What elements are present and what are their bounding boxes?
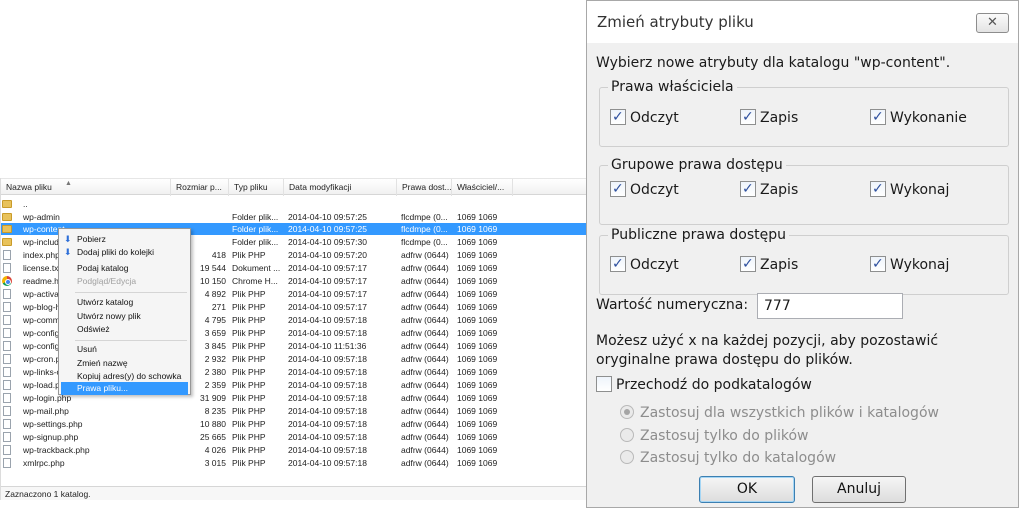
- radio-apply-all[interactable]: Zastosuj dla wszystkich plików i katalog…: [620, 403, 939, 423]
- group-permissions-group: Grupowe prawa dostępu Odczyt Zapis Wykon…: [599, 156, 1009, 225]
- menu-separator: [75, 340, 187, 341]
- public-execute-checkbox[interactable]: Wykonaj: [870, 254, 949, 275]
- file-row[interactable]: wp-settings.php 10 880 Plik PHP 2014-04-…: [1, 418, 587, 430]
- file-icon: [3, 263, 11, 273]
- file-icon: [3, 367, 11, 377]
- menu-item-rename[interactable]: Zmień nazwę: [61, 357, 188, 370]
- download-icon: ⬇: [64, 234, 72, 244]
- dialog-titlebar[interactable]: Zmień atrybuty pliku ✕: [587, 1, 1018, 43]
- owner-write-checkbox[interactable]: Zapis: [740, 107, 798, 128]
- menu-item-create-directory[interactable]: Utwórz katalog: [61, 296, 188, 309]
- file-row[interactable]: wp-mail.php 8 235 Plik PHP 2014-04-10 09…: [1, 405, 587, 417]
- group-write-checkbox[interactable]: Zapis: [740, 179, 798, 200]
- file-list-header: Nazwa pliku ▲ Rozmiar p... Typ pliku Data…: [1, 178, 587, 196]
- file-row[interactable]: wp-trackback.php 4 026 Plik PHP 2014-04-…: [1, 444, 587, 456]
- public-permissions-group: Publiczne prawa dostępu Odczyt Zapis Wyk…: [599, 226, 1009, 295]
- group-title: Publiczne prawa dostępu: [608, 226, 790, 244]
- radio-apply-directories-only[interactable]: Zastosuj tylko do katalogów: [620, 448, 836, 468]
- menu-separator: [75, 292, 187, 293]
- group-title: Prawa właściciela: [608, 78, 737, 96]
- file-icon: [3, 315, 11, 325]
- owner-execute-checkbox[interactable]: Wykonanie: [870, 107, 967, 128]
- file-icon: [3, 458, 11, 468]
- file-icon: [3, 328, 11, 338]
- file-icon: [3, 289, 11, 299]
- public-read-checkbox[interactable]: Odczyt: [610, 254, 679, 275]
- hint-text: Możesz użyć x na każdej pozycji, aby poz…: [596, 333, 939, 368]
- column-header-name[interactable]: Nazwa pliku ▲: [1, 179, 171, 196]
- column-header-owner[interactable]: Właściciel/...: [452, 179, 513, 196]
- file-row[interactable]: ..: [1, 198, 587, 210]
- file-icon: [3, 250, 11, 260]
- close-icon: ✕: [987, 15, 998, 30]
- column-header-permissions[interactable]: Prawa dost...: [397, 179, 452, 196]
- file-icon: [3, 380, 11, 390]
- file-icon: [3, 302, 11, 312]
- close-button[interactable]: ✕: [976, 13, 1009, 33]
- file-row[interactable]: xmlrpc.php 3 015 Plik PHP 2014-04-10 09:…: [1, 457, 587, 469]
- file-row[interactable]: wp-signup.php 25 665 Plik PHP 2014-04-10…: [1, 431, 587, 443]
- dialog-title: Zmień atrybuty pliku: [597, 13, 754, 31]
- file-icon: [3, 354, 11, 364]
- public-write-checkbox[interactable]: Zapis: [740, 254, 798, 275]
- owner-permissions-group: Prawa właściciela Odczyt Zapis Wykonanie: [599, 78, 1009, 147]
- menu-item-enter-directory[interactable]: Podaj katalog: [61, 262, 188, 275]
- column-header-type[interactable]: Typ pliku: [229, 179, 284, 196]
- change-file-attributes-dialog: Zmień atrybuty pliku ✕ Wybierz nowe atry…: [586, 0, 1019, 508]
- numeric-value-input[interactable]: 777: [757, 293, 903, 319]
- group-execute-checkbox[interactable]: Wykonaj: [870, 179, 949, 200]
- group-title: Grupowe prawa dostępu: [608, 156, 786, 174]
- menu-item-view-edit[interactable]: Podgląd/Edycja: [61, 275, 188, 288]
- menu-item-refresh[interactable]: Odśwież: [61, 323, 188, 336]
- file-icon: [3, 432, 11, 442]
- dialog-prompt: Wybierz nowe atrybuty dla katalogu "wp-c…: [596, 55, 951, 71]
- file-icon: [3, 393, 11, 403]
- column-header-date[interactable]: Data modyfikacji: [284, 179, 397, 196]
- status-bar: Zaznaczono 1 katalog.: [1, 486, 587, 500]
- radio-apply-files-only[interactable]: Zastosuj tylko do plików: [620, 426, 809, 446]
- menu-item-delete[interactable]: Usuń: [61, 343, 188, 356]
- recurse-subdirectories-checkbox[interactable]: Przechodź do podkatalogów: [596, 375, 812, 395]
- add-queue-icon: ⬇: [64, 247, 72, 257]
- owner-read-checkbox[interactable]: Odczyt: [610, 107, 679, 128]
- menu-item-download[interactable]: ⬇ Pobierz: [61, 233, 188, 246]
- numeric-value-label: Wartość numeryczna:: [596, 297, 749, 313]
- column-header-size[interactable]: Rozmiar p...: [171, 179, 229, 196]
- file-icon: [3, 419, 11, 429]
- context-menu: ⬇ Pobierz ⬇ Dodaj pliki do kolejki Podaj…: [58, 228, 191, 395]
- menu-item-create-file[interactable]: Utwórz nowy plik: [61, 310, 188, 323]
- file-icon: [3, 341, 11, 351]
- menu-item-add-to-queue[interactable]: ⬇ Dodaj pliki do kolejki: [61, 246, 188, 259]
- file-icon: [3, 406, 11, 416]
- file-row[interactable]: wp-admin Folder plik... 2014-04-10 09:57…: [1, 211, 587, 223]
- ok-button[interactable]: OK: [699, 476, 795, 503]
- sort-ascending-icon: ▲: [65, 180, 72, 187]
- cancel-button[interactable]: Anuluj: [812, 476, 906, 503]
- group-read-checkbox[interactable]: Odczyt: [610, 179, 679, 200]
- menu-item-file-permissions[interactable]: Prawa pliku...: [61, 382, 188, 395]
- file-icon: [3, 445, 11, 455]
